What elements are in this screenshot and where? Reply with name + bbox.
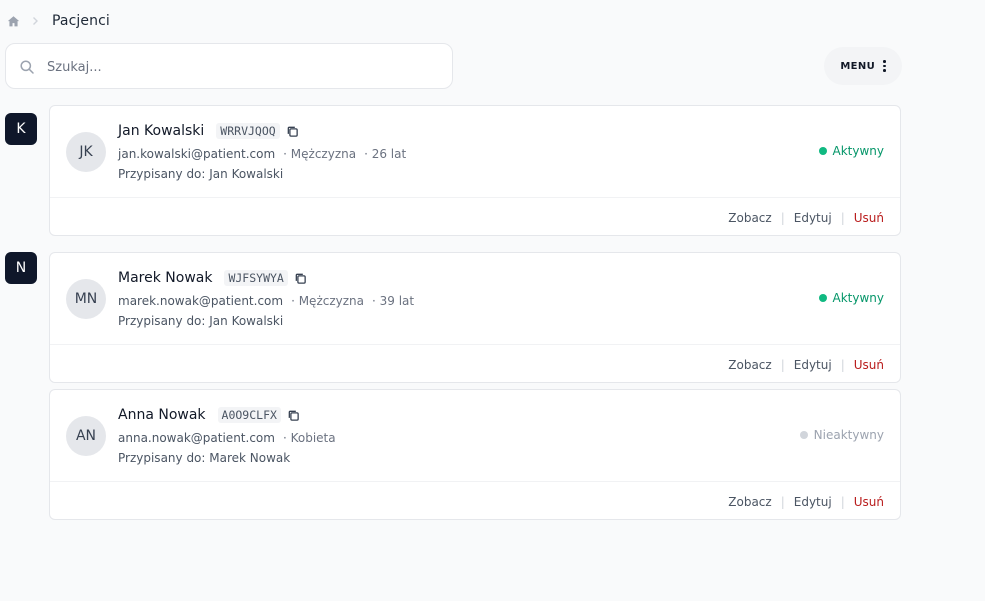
- action-separator: |: [840, 211, 845, 225]
- menu-label: MENU: [840, 60, 876, 72]
- edit-link[interactable]: Edytuj: [794, 358, 832, 372]
- card-actions: Zobacz | Edytuj | Usuń: [728, 358, 884, 372]
- patient-assigned: Przypisany do: Jan Kowalski: [118, 167, 284, 181]
- search-input[interactable]: [47, 56, 437, 78]
- view-link[interactable]: Zobacz: [728, 495, 771, 509]
- status-dot: [818, 294, 827, 302]
- patient-name: Anna Nowak: [118, 407, 206, 423]
- patient-assigned: Przypisany do: Jan Kowalski: [118, 314, 284, 328]
- patient-name: Jan Kowalski: [118, 123, 205, 139]
- patient-assigned: Przypisany do: Marek Nowak: [118, 451, 291, 465]
- breadcrumb: Pacjenci: [6, 11, 110, 31]
- action-separator: |: [840, 358, 845, 372]
- patient-gender: · Kobieta: [282, 431, 336, 445]
- action-separator: |: [780, 358, 785, 372]
- action-separator: |: [780, 211, 785, 225]
- edit-link[interactable]: Edytuj: [794, 495, 832, 509]
- status-badge: Nieaktywny: [799, 428, 884, 442]
- avatar: JK: [66, 132, 106, 172]
- status-dot: [818, 147, 827, 155]
- group-letter-badge: N: [5, 252, 37, 284]
- card-actions: Zobacz | Edytuj | Usuń: [728, 211, 884, 225]
- home-icon[interactable]: [6, 14, 20, 28]
- search-box: [5, 43, 453, 89]
- more-vertical-icon: [883, 60, 886, 72]
- patient-email: anna.nowak@patient.com: [118, 431, 275, 445]
- delete-link[interactable]: Usuń: [854, 358, 884, 372]
- search-icon: [19, 59, 35, 75]
- status-label: Aktywny: [832, 291, 885, 305]
- patient-age: · 26 lat: [364, 147, 407, 161]
- copy-icon[interactable]: [286, 124, 300, 138]
- action-separator: |: [780, 495, 785, 509]
- patient-email: marek.nowak@patient.com: [118, 294, 284, 308]
- patient-code: WRRVJQOQ: [216, 123, 280, 139]
- menu-button[interactable]: MENU: [824, 47, 902, 85]
- status-badge: Aktywny: [818, 144, 885, 158]
- group-letter-badge: K: [5, 113, 37, 145]
- breadcrumb-current: Pacjenci: [52, 13, 110, 29]
- status-label: Nieaktywny: [813, 428, 884, 442]
- edit-link[interactable]: Edytuj: [794, 211, 832, 225]
- patient-card: MN Marek Nowak WJFSYWYA marek.nowak@pati…: [49, 252, 901, 383]
- patient-gender: · Mężczyzna: [291, 294, 364, 308]
- patient-email: jan.kowalski@patient.com: [118, 147, 276, 161]
- patient-gender: · Mężczyzna: [283, 147, 357, 161]
- status-badge: Aktywny: [818, 291, 885, 305]
- copy-icon[interactable]: [287, 408, 301, 422]
- card-actions: Zobacz | Edytuj | Usuń: [728, 495, 884, 509]
- copy-icon[interactable]: [294, 271, 308, 285]
- view-link[interactable]: Zobacz: [728, 211, 771, 225]
- avatar: AN: [66, 416, 106, 456]
- avatar: MN: [66, 279, 106, 319]
- patient-name: Marek Nowak: [118, 270, 213, 286]
- patient-age: · 39 lat: [372, 294, 415, 308]
- status-label: Aktywny: [832, 144, 885, 158]
- delete-link[interactable]: Usuń: [854, 495, 884, 509]
- patient-code: A0O9CLFX: [217, 407, 281, 423]
- patient-card: AN Anna Nowak A0O9CLFX anna.nowak@patien…: [49, 389, 901, 520]
- patient-code: WJFSYWYA: [224, 270, 288, 286]
- view-link[interactable]: Zobacz: [728, 358, 771, 372]
- status-dot: [799, 431, 808, 439]
- delete-link[interactable]: Usuń: [854, 211, 884, 225]
- patient-card: JK Jan Kowalski WRRVJQOQ jan.kowalski@pa…: [49, 105, 901, 236]
- action-separator: |: [840, 495, 845, 509]
- chevron-right-icon: [30, 15, 42, 27]
